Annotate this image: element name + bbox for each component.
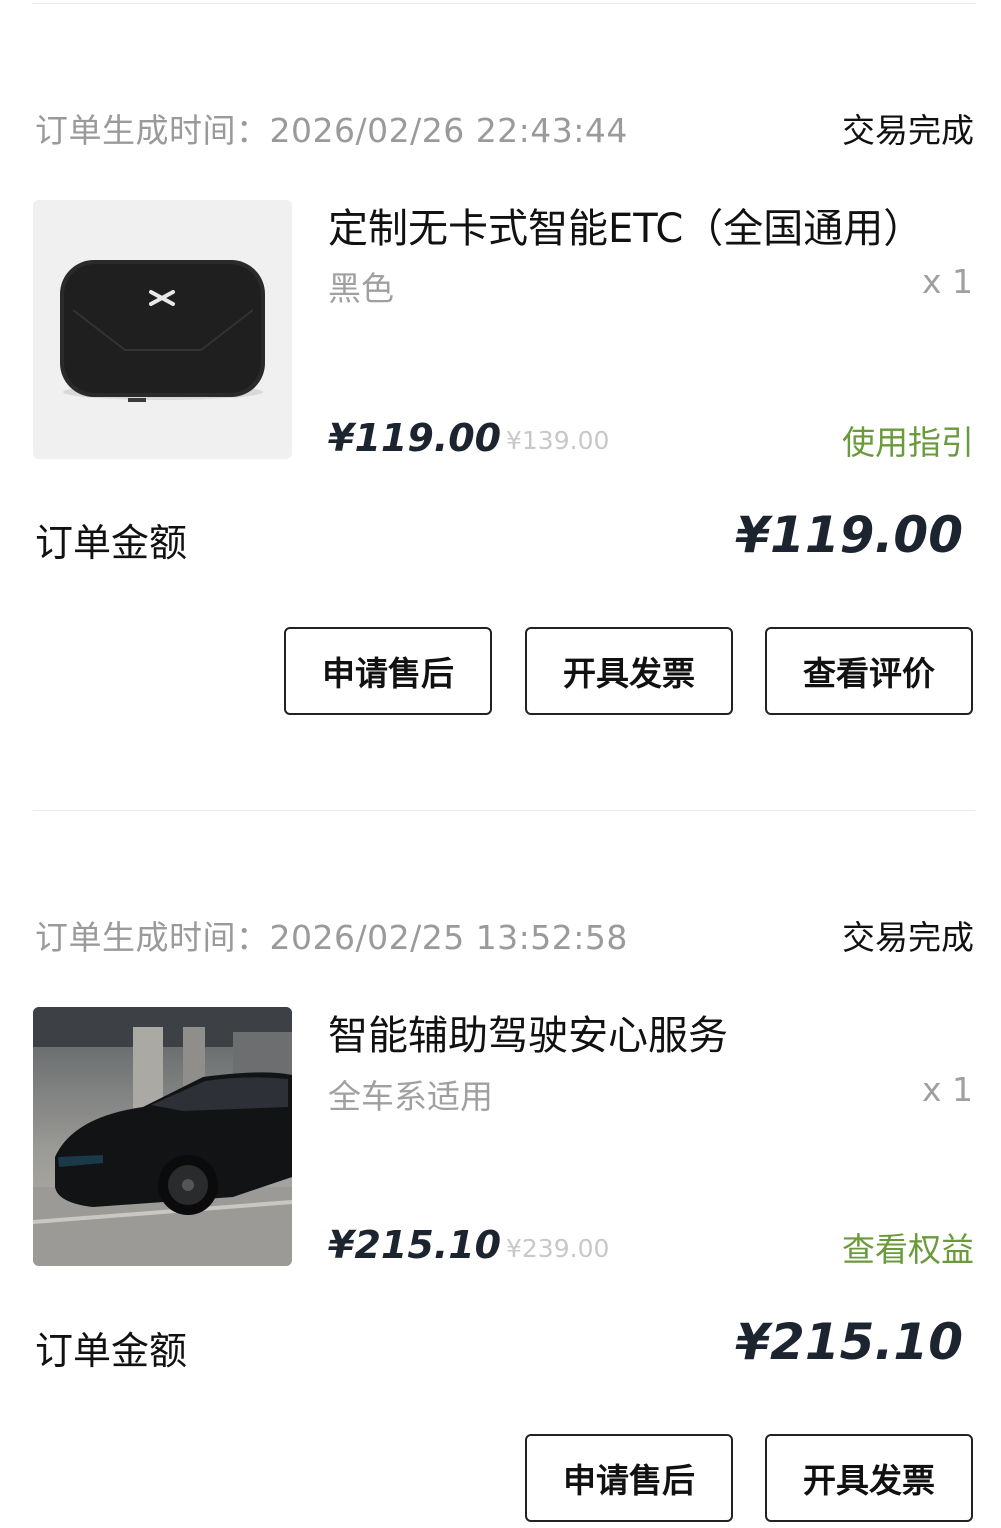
issue-invoice-button[interactable]: 开具发票 xyxy=(525,627,733,715)
product-price: ¥119.00 xyxy=(328,416,502,460)
product-original-price: ¥239.00 xyxy=(506,1234,610,1263)
order-status: 交易完成 xyxy=(842,918,974,957)
order-amount-value: ¥119.00 xyxy=(735,506,963,564)
order-created-time: 订单生成时间：2026/02/26 22:43:44 xyxy=(35,104,628,152)
order-status: 交易完成 xyxy=(842,111,974,150)
order-amount-label: 订单金额 xyxy=(35,521,188,565)
created-label: 订单生成时间： xyxy=(35,111,270,150)
apply-aftersale-button[interactable]: 申请售后 xyxy=(284,627,492,715)
etc-device-icon xyxy=(33,200,292,459)
black-suv-image[interactable] xyxy=(33,1007,292,1266)
product-price: ¥215.10 xyxy=(328,1223,502,1267)
order-created-time: 订单生成时间：2026/02/25 13:52:58 xyxy=(35,911,628,959)
product-quantity: x 1 xyxy=(921,262,973,301)
product-variant: 黑色 xyxy=(328,269,394,308)
created-label: 订单生成时间： xyxy=(35,918,270,957)
top-divider xyxy=(33,3,975,4)
product-quantity: x 1 xyxy=(921,1070,973,1109)
view-benefits-link[interactable]: 查看权益 xyxy=(842,1223,974,1271)
etc-device-image[interactable] xyxy=(33,200,292,459)
order-amount-label: 订单金额 xyxy=(35,1329,188,1373)
created-value: 2026/02/25 13:52:58 xyxy=(269,918,628,957)
issue-invoice-button[interactable]: 开具发票 xyxy=(765,1434,973,1522)
product-original-price: ¥139.00 xyxy=(506,426,610,455)
usage-guide-link[interactable]: 使用指引 xyxy=(842,416,974,464)
apply-aftersale-button[interactable]: 申请售后 xyxy=(525,1434,733,1522)
product-title[interactable]: 智能辅助驾驶安心服务 xyxy=(328,1003,728,1061)
view-review-button[interactable]: 查看评价 xyxy=(765,627,973,715)
created-value: 2026/02/26 22:43:44 xyxy=(269,111,628,150)
order-divider xyxy=(33,810,975,811)
suv-car-icon xyxy=(33,1007,292,1266)
order-amount-value: ¥215.10 xyxy=(735,1313,963,1371)
product-title[interactable]: 定制无卡式智能ETC（全国通用） xyxy=(328,196,923,254)
product-variant: 全车系适用 xyxy=(328,1077,493,1116)
